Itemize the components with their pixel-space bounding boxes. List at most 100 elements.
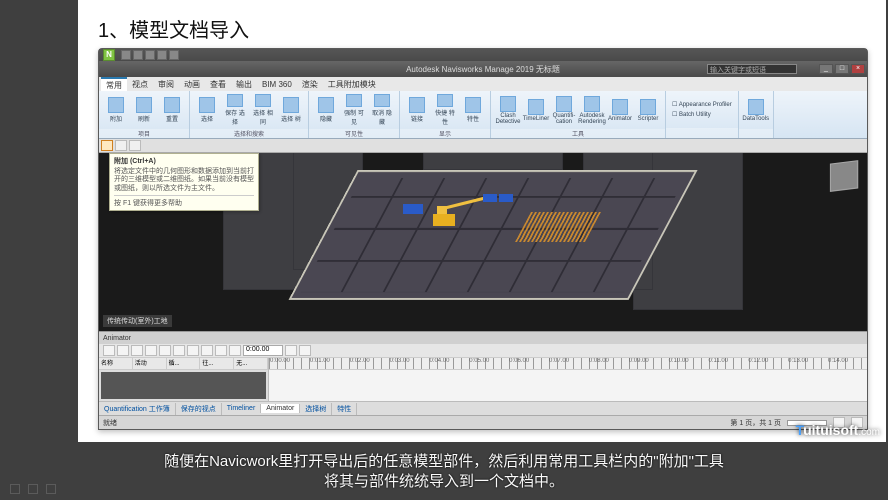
- bottom-tab-2[interactable]: Timeliner: [222, 404, 262, 413]
- anim-zoom-icon[interactable]: [299, 345, 311, 356]
- timeline-tick: 0:07.00: [548, 358, 588, 370]
- animator-tree[interactable]: 名称活动循...往...无...: [99, 358, 269, 401]
- anim-step-back-icon[interactable]: [159, 345, 171, 356]
- ribbon-tab-1[interactable]: 视点: [127, 77, 153, 91]
- pointer-icon[interactable]: [28, 484, 38, 494]
- quant-button[interactable]: Quantifi- cation: [551, 93, 577, 127]
- anim-time-field[interactable]: 0:00.00: [243, 345, 283, 356]
- tb2-btn-2[interactable]: [115, 140, 127, 151]
- window-title: Autodesk Navisworks Manage 2019 无标题: [406, 64, 560, 75]
- append-label: 附加: [110, 114, 122, 123]
- quick-props-icon: [437, 94, 453, 107]
- animator-col-header[interactable]: 活动: [133, 358, 167, 369]
- animator-timeline[interactable]: 0:00.000:01.000:02.000:03.000:04.000:05.…: [269, 358, 867, 401]
- anim-keyframe-icon[interactable]: [285, 345, 297, 356]
- bottom-tab-5[interactable]: 特性: [332, 403, 357, 415]
- viewcube[interactable]: [830, 160, 858, 192]
- animator-preview-thumb: [101, 372, 266, 399]
- timeline-tick: 0:11.00: [707, 358, 747, 370]
- datatools-button[interactable]: DataTools: [743, 93, 769, 127]
- maximize-button[interactable]: □: [835, 64, 849, 74]
- close-button[interactable]: ×: [851, 64, 865, 74]
- status-left: 就绪: [103, 418, 117, 428]
- ribbon-tab-5[interactable]: 输出: [231, 77, 257, 91]
- ribbon-tab-4[interactable]: 查看: [205, 77, 231, 91]
- anim-fwd-end-icon[interactable]: [229, 345, 241, 356]
- animator-button[interactable]: Animator: [607, 93, 633, 127]
- anim-step-fwd-icon[interactable]: [215, 345, 227, 356]
- select-same-button[interactable]: 选择 相同: [250, 93, 276, 127]
- qat-open-icon[interactable]: [133, 50, 143, 60]
- scripter-button[interactable]: Scripter: [635, 93, 661, 127]
- help-search-input[interactable]: 输入关键字或短语: [707, 64, 797, 74]
- clash-icon: [500, 96, 516, 112]
- clash-button[interactable]: Clash Detective: [495, 93, 521, 127]
- animator-col-header[interactable]: 循...: [167, 358, 201, 369]
- animator-col-header[interactable]: 往...: [200, 358, 234, 369]
- ribbon-check-appearance-profiler[interactable]: ☐ Appearance Profiler: [670, 100, 734, 109]
- hide-button[interactable]: 隐藏: [313, 93, 339, 127]
- quick-props-button[interactable]: 快捷 特性: [432, 93, 458, 127]
- bottom-tab-0[interactable]: Quantification 工作簿: [99, 403, 176, 415]
- ribbon-tab-7[interactable]: 渲染: [297, 77, 323, 91]
- links-button[interactable]: 链接: [404, 93, 430, 127]
- append-tool-highlighted[interactable]: [101, 140, 113, 151]
- minimize-button[interactable]: _: [819, 64, 833, 74]
- properties-button[interactable]: 特性: [460, 93, 486, 127]
- timeline-tick: 0:09.00: [628, 358, 668, 370]
- select-button[interactable]: 选择: [194, 93, 220, 127]
- anim-stop-icon[interactable]: [187, 345, 199, 356]
- anim-add-camera-icon[interactable]: [117, 345, 129, 356]
- ribbon-tab-6[interactable]: BIM 360: [257, 77, 297, 91]
- anim-delete-icon[interactable]: [131, 345, 143, 356]
- require-button[interactable]: 强制 可见: [341, 93, 367, 127]
- pen-icon[interactable]: [10, 484, 20, 494]
- anim-rewind-icon[interactable]: [145, 345, 157, 356]
- unhide-button[interactable]: 取消 隐藏: [369, 93, 395, 127]
- refresh-button[interactable]: 刷新: [131, 93, 157, 127]
- render-button[interactable]: Autodesk Rendering: [579, 93, 605, 127]
- ribbon-tab-0[interactable]: 常用: [101, 77, 127, 91]
- ribbon-group-label: 选择和搜索: [190, 129, 308, 138]
- bottom-tab-1[interactable]: 保存的视点: [176, 403, 222, 415]
- qat-save-icon[interactable]: [145, 50, 155, 60]
- append-button[interactable]: 附加: [103, 93, 129, 127]
- ribbon-group-显示: 链接快捷 特性特性显示: [400, 91, 491, 138]
- qat-new-icon[interactable]: [121, 50, 131, 60]
- animator-label: Animator: [608, 116, 632, 122]
- ribbon-tabs: 常用视点审阅动画查看输出BIM 360渲染工具附加模块: [99, 77, 867, 91]
- titlebar: Autodesk Navisworks Manage 2019 无标题 输入关键…: [99, 61, 867, 77]
- reset-button[interactable]: 重置: [159, 93, 185, 127]
- refresh-label: 刷新: [138, 114, 150, 123]
- app-logo[interactable]: N: [103, 49, 115, 61]
- ribbon-tab-8[interactable]: 工具附加模块: [323, 77, 381, 91]
- quant-icon: [556, 96, 572, 112]
- timeline-tick: 0:03.00: [389, 358, 429, 370]
- bottom-tab-4[interactable]: 选择树: [300, 403, 332, 415]
- save-selection-label: 保存 选择: [223, 108, 247, 126]
- ribbon-group-项目: 附加刷新重置项目: [99, 91, 190, 138]
- save-selection-button[interactable]: 保存 选择: [222, 93, 248, 127]
- hide-label: 隐藏: [320, 114, 332, 123]
- qat-redo-icon[interactable]: [169, 50, 179, 60]
- statusbar: 就绪 第 1 页，共 1 页: [99, 415, 867, 429]
- ribbon-tab-2[interactable]: 审阅: [153, 77, 179, 91]
- timeliner-button[interactable]: TimeLiner: [523, 93, 549, 127]
- animator-col-header[interactable]: 名称: [99, 358, 133, 369]
- unhide-label: 取消 隐藏: [370, 108, 394, 126]
- anim-play-icon[interactable]: [201, 345, 213, 356]
- reset-label: 重置: [166, 114, 178, 123]
- bottom-tab-3[interactable]: Animator: [261, 404, 300, 413]
- selection-tree-button[interactable]: 选择 树: [278, 93, 304, 127]
- ribbon-tab-3[interactable]: 动画: [179, 77, 205, 91]
- more-icon[interactable]: [46, 484, 56, 494]
- timeliner-label: TimeLiner: [523, 116, 549, 122]
- viewport-3d[interactable]: 附加 (Ctrl+A) 将选定文件中的几何图形和数据添加到当前打开的三维模型或二…: [99, 153, 867, 331]
- datatools-icon: [748, 99, 764, 115]
- anim-play-back-icon[interactable]: [173, 345, 185, 356]
- animator-col-header[interactable]: 无...: [234, 358, 268, 369]
- qat-undo-icon[interactable]: [157, 50, 167, 60]
- anim-add-scene-icon[interactable]: [103, 345, 115, 356]
- tb2-btn-3[interactable]: [129, 140, 141, 151]
- ribbon-check-batch-utility[interactable]: ☐ Batch Utility: [670, 110, 734, 119]
